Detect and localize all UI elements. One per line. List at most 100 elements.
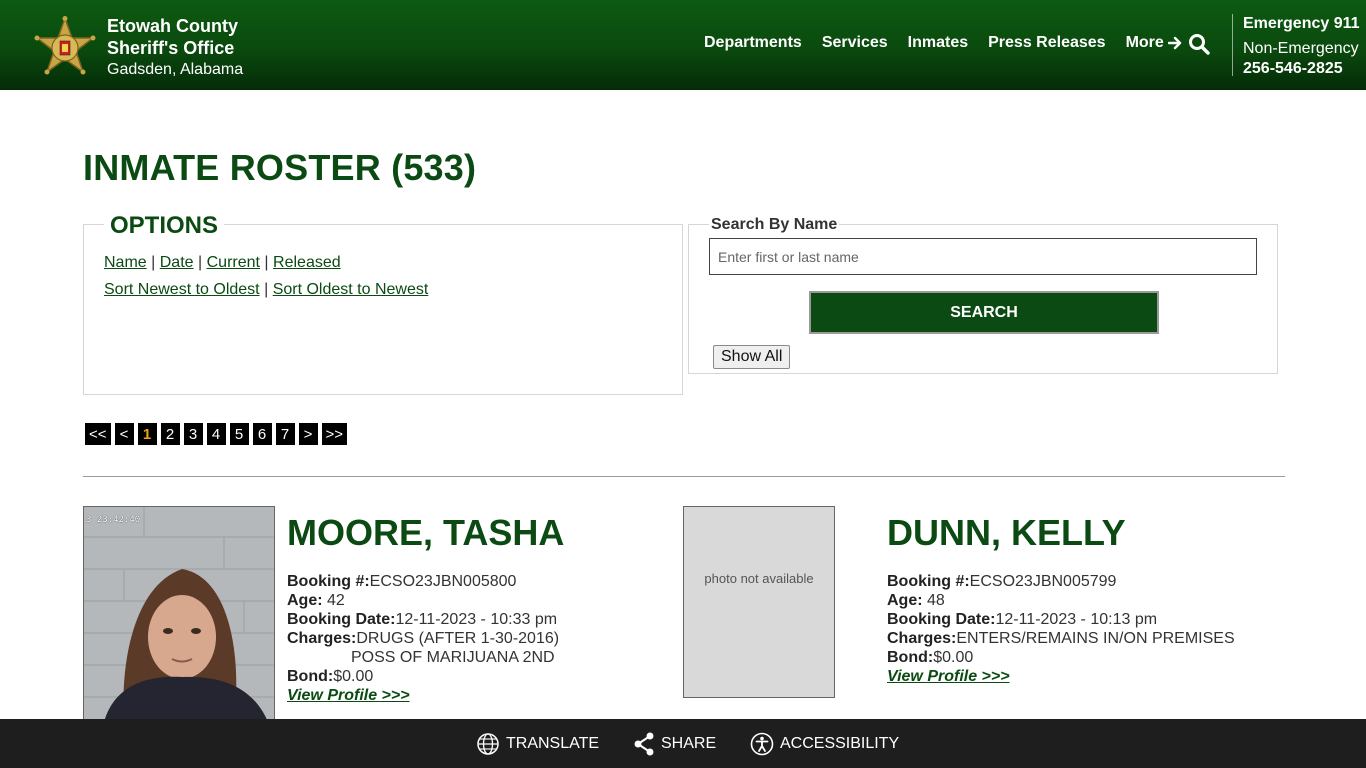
- filter-date-link[interactable]: Date: [160, 254, 194, 271]
- contact-info: Emergency 911 Non-Emergency 256-546-2825: [1243, 14, 1360, 78]
- pagination-next[interactable]: >: [298, 423, 318, 445]
- booking-date-value: 12-11-2023 - 10:13 pm: [995, 611, 1158, 628]
- booking-date-row: Booking Date:12-11-2023 - 10:33 pm: [287, 610, 559, 629]
- bond-row: Bond:$0.00: [287, 667, 559, 686]
- search-button[interactable]: SEARCH: [809, 291, 1159, 334]
- booking-number-value: ECSO23JBN005800: [369, 573, 517, 590]
- show-all-button[interactable]: Show All: [713, 345, 791, 369]
- booking-number-value: ECSO23JBN005799: [969, 573, 1117, 590]
- accessibility-label: ACCESSIBILITY: [780, 735, 900, 752]
- accessibility-button[interactable]: ACCESSIBILITY: [750, 732, 899, 756]
- nav-departments[interactable]: Departments: [704, 34, 802, 52]
- main-nav: Departments Services Inmates Press Relea…: [704, 34, 1183, 52]
- org-name-line2: Sheriff's Office: [107, 38, 235, 58]
- pagination-last[interactable]: >>: [321, 423, 348, 445]
- pagination: << < 1 2 3 4 5 6 7 > >>: [85, 423, 348, 445]
- bond-value: $0.00: [333, 668, 374, 685]
- booking-date-row: Booking Date:12-11-2023 - 10:13 pm: [887, 610, 1235, 629]
- sort-oldest-link[interactable]: Sort Oldest to Newest: [273, 281, 429, 298]
- age-label: Age:: [887, 592, 923, 609]
- age-value: 42: [327, 592, 345, 609]
- charges-label: Charges:: [887, 630, 957, 647]
- page-title: INMATE ROSTER (533): [83, 147, 477, 188]
- org-name-line1: Etowah County: [107, 16, 238, 36]
- sort-newest-link[interactable]: Sort Newest to Oldest: [104, 281, 260, 298]
- age-row: Age: 42: [287, 591, 559, 610]
- bond-value: $0.00: [933, 649, 974, 666]
- nav-more[interactable]: More: [1126, 34, 1183, 52]
- pagination-page-1[interactable]: 1: [137, 423, 157, 445]
- booking-number-row: Booking #:ECSO23JBN005799: [887, 572, 1235, 591]
- non-emergency-number[interactable]: 256-546-2825: [1243, 59, 1360, 78]
- site-brand[interactable]: Etowah County Sheriff's Office Gadsden, …: [107, 15, 243, 80]
- inmate-photo[interactable]: photo not available: [683, 506, 835, 698]
- inmate-name[interactable]: MOORE, TASHA: [287, 512, 564, 554]
- separator: |: [198, 254, 207, 271]
- bond-row: Bond:$0.00: [887, 648, 1235, 667]
- separator: |: [264, 254, 274, 271]
- age-row: Age: 48: [887, 591, 1235, 610]
- pagination-page-4[interactable]: 4: [206, 423, 226, 445]
- age-value: 48: [927, 592, 945, 609]
- inmate-details: Booking #:ECSO23JBN005800 Age: 42 Bookin…: [287, 572, 559, 705]
- pagination-page-3[interactable]: 3: [183, 423, 203, 445]
- booking-number-row: Booking #:ECSO23JBN005800: [287, 572, 559, 591]
- accessibility-icon: [750, 732, 774, 756]
- bond-label: Bond:: [887, 649, 934, 666]
- booking-number-label: Booking #:: [887, 573, 970, 590]
- nav-more-label: More: [1125, 34, 1164, 51]
- pagination-page-2[interactable]: 2: [160, 423, 180, 445]
- pagination-page-7[interactable]: 7: [275, 423, 295, 445]
- sheriff-badge-logo[interactable]: [31, 16, 99, 84]
- emergency-number[interactable]: Emergency 911: [1243, 14, 1360, 34]
- charge-item: ENTERS/REMAINS IN/ON PREMISES: [956, 630, 1235, 647]
- charge-item: POSS OF MARIJUANA 2ND: [351, 649, 555, 666]
- pagination-page-5[interactable]: 5: [229, 423, 249, 445]
- booking-date-value: 12-11-2023 - 10:33 pm: [395, 611, 558, 628]
- filter-name-link[interactable]: Name: [104, 254, 147, 271]
- view-profile-link[interactable]: View Profile >>>: [887, 667, 1235, 686]
- age-label: Age:: [287, 592, 323, 609]
- search-panel: Search By Name SEARCH Show All: [688, 216, 1278, 374]
- arrow-right-icon: [1167, 36, 1181, 50]
- pagination-page-6[interactable]: 6: [252, 423, 272, 445]
- filter-links: Name | Date | Current | Released: [104, 254, 341, 272]
- translate-label: TRANSLATE: [506, 735, 600, 752]
- separator: |: [151, 254, 160, 271]
- booking-number-label: Booking #:: [287, 573, 370, 590]
- charge-item: DRUGS (AFTER 1-30-2016): [356, 630, 560, 647]
- share-icon: [634, 732, 654, 756]
- translate-button[interactable]: TRANSLATE: [476, 732, 599, 756]
- separator: |: [264, 281, 273, 298]
- inmate-photo[interactable]: 3 23:42:40: [83, 506, 275, 721]
- charges-row: Charges:DRUGS (AFTER 1-30-2016): [287, 629, 559, 648]
- org-location: Gadsden, Alabama: [107, 61, 244, 78]
- inmate-details: Booking #:ECSO23JBN005799 Age: 48 Bookin…: [887, 572, 1235, 686]
- filter-released-link[interactable]: Released: [273, 254, 341, 271]
- search-icon[interactable]: [1187, 32, 1211, 56]
- photo-not-available-text: photo not available: [704, 571, 814, 586]
- nav-services[interactable]: Services: [822, 34, 888, 52]
- booking-date-label: Booking Date:: [887, 611, 996, 628]
- globe-icon: [477, 733, 499, 755]
- inmate-name[interactable]: DUNN, KELLY: [887, 512, 1126, 554]
- nav-inmates[interactable]: Inmates: [908, 34, 968, 52]
- charges-row: Charges:ENTERS/REMAINS IN/ON PREMISES: [887, 629, 1235, 648]
- view-profile-link[interactable]: View Profile >>>: [287, 686, 559, 705]
- pagination-prev[interactable]: <: [114, 423, 134, 445]
- header-divider: [1232, 14, 1233, 76]
- search-label: Search By Name: [709, 216, 840, 234]
- share-button[interactable]: SHARE: [633, 732, 716, 756]
- mugshot-image: [84, 507, 274, 720]
- nav-press-releases[interactable]: Press Releases: [988, 34, 1105, 52]
- pagination-first[interactable]: <<: [85, 423, 111, 445]
- sort-links: Sort Newest to Oldest | Sort Oldest to N…: [104, 281, 428, 299]
- photo-timestamp: 3 23:42:40: [86, 515, 141, 525]
- utility-bar: TRANSLATE SHARE ACCESSIBILITY: [0, 719, 1366, 768]
- search-input[interactable]: [709, 238, 1257, 275]
- options-legend: OPTIONS: [104, 212, 225, 240]
- non-emergency-label: Non-Emergency: [1243, 40, 1359, 57]
- booking-date-label: Booking Date:: [287, 611, 396, 628]
- options-panel: OPTIONS Name | Date | Current | Released…: [83, 212, 683, 395]
- filter-current-link[interactable]: Current: [207, 254, 260, 271]
